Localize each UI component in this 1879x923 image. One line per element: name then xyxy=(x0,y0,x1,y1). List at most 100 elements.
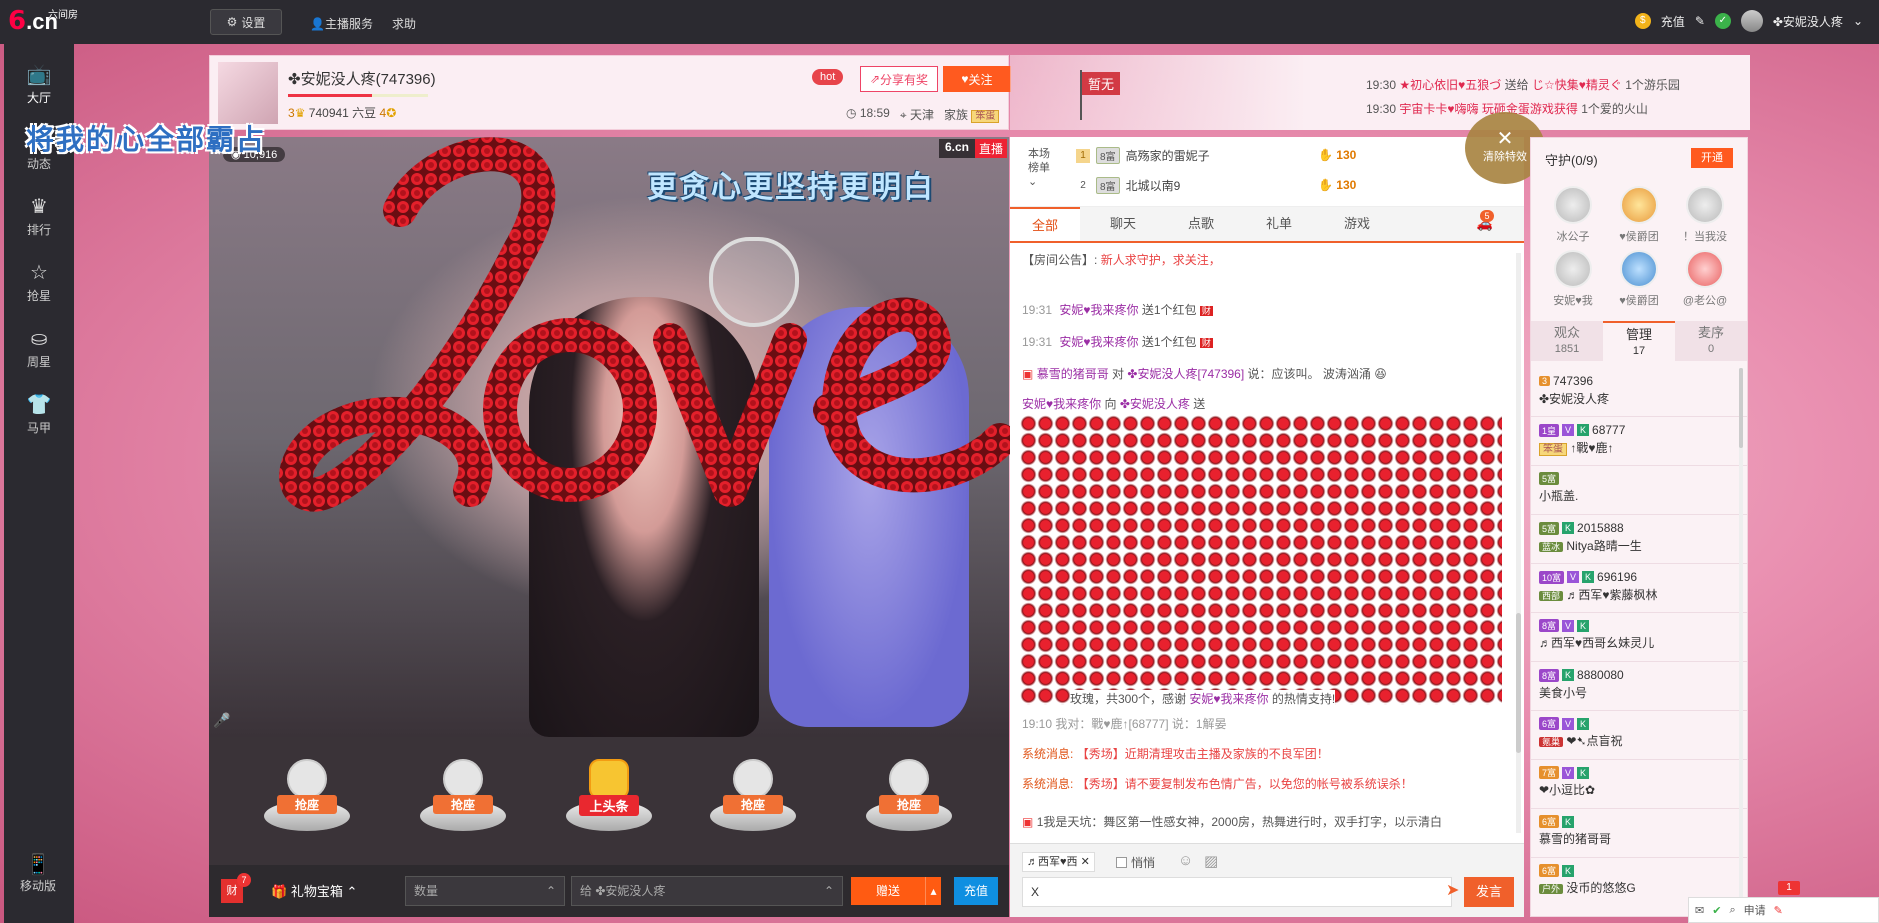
chat-target-chip[interactable]: ♬西军♥西 ✕ xyxy=(1022,852,1095,872)
send-message-button[interactable]: 发言 xyxy=(1464,877,1514,907)
user-list-item[interactable]: 8富 V K ♬西军♥西哥幺妹灵儿 xyxy=(1539,619,1735,651)
send-gift-button[interactable]: 赠送 ▴ xyxy=(851,877,941,905)
ranking-row[interactable]: 2 8富 北城以南9 xyxy=(1076,177,1180,194)
k-badge-icon: K xyxy=(1577,717,1590,730)
grab-seat-3[interactable]: 抢座 xyxy=(705,749,801,849)
k-badge-icon: K xyxy=(1562,815,1575,828)
song-title: 将我的心全部霸占 xyxy=(26,124,267,155)
tab-chat[interactable]: 聊天 xyxy=(1088,207,1158,241)
site-logo[interactable]: 6.cn 六间房 xyxy=(8,6,78,38)
tab-gift-list[interactable]: 礼单 xyxy=(1244,207,1314,241)
open-guard-button[interactable]: 开通 xyxy=(1691,148,1733,168)
caret-up-icon[interactable]: ▴ xyxy=(925,877,941,905)
guard-slot[interactable]: ♥侯爵团 xyxy=(1609,250,1669,308)
chevron-down-icon[interactable]: ⌄ xyxy=(1853,14,1863,28)
user-list-item[interactable]: 7富 V K ❤小逗比✿ xyxy=(1539,766,1735,798)
anchor-thumbnail[interactable] xyxy=(218,62,278,124)
tab-song[interactable]: 点歌 xyxy=(1166,207,1236,241)
user-list-item[interactable]: 5富 K 2015888 蓝冰 Nitya路晴一生 xyxy=(1539,521,1735,554)
user-list-item[interactable]: 5富 小瓶盖. xyxy=(1539,472,1735,504)
rose-user[interactable]: 安妮♥我来疼你 xyxy=(1189,692,1268,706)
tab-admin[interactable]: 管理 17 xyxy=(1603,321,1675,361)
mobile-version-link[interactable]: 📱 移动版 xyxy=(8,852,68,894)
mic-icon[interactable]: 🎤 xyxy=(213,712,230,732)
share-button[interactable]: ⇗ 分享有奖 xyxy=(860,66,938,92)
user-list-item[interactable]: 10富 V K 696196 西部 ♬西军♥紫藤枫林 xyxy=(1539,570,1735,603)
grab-seat-1[interactable]: 抢座 xyxy=(259,749,355,849)
guard-slot[interactable]: 冰公子 xyxy=(1543,186,1603,244)
tab-all[interactable]: 全部 xyxy=(1010,207,1080,241)
ranking-title-text: 本场榜单 xyxy=(1028,148,1050,174)
headline-seat[interactable]: 上头条 xyxy=(561,749,657,849)
k-badge-icon: K xyxy=(1582,571,1595,583)
tab-audience[interactable]: 观众 1851 xyxy=(1531,321,1603,361)
settings-button[interactable]: ⚙ 设置 xyxy=(210,9,282,35)
chat-scrollbar[interactable] xyxy=(1516,253,1521,833)
msg-text: 对 xyxy=(1112,367,1125,381)
system-label: 系统消息: xyxy=(1022,777,1074,791)
tab-games[interactable]: 游戏 xyxy=(1322,207,1392,241)
help-link[interactable]: 求助 xyxy=(392,15,416,32)
seat-avatar xyxy=(443,759,483,799)
tab-mic-queue[interactable]: 麦序 0 xyxy=(1675,321,1747,361)
mail-icon[interactable]: ✉ xyxy=(1695,904,1704,917)
user-list-scrollbar[interactable] xyxy=(1739,368,1743,913)
msg-user[interactable]: 慕雪的猪哥哥 xyxy=(1037,367,1109,381)
guard-slot[interactable]: @老公@ xyxy=(1675,250,1735,308)
private-checkbox[interactable]: 悄悄 xyxy=(1116,854,1155,871)
recharge-link[interactable]: 充值 xyxy=(1661,13,1685,30)
k-badge-icon: K xyxy=(1577,619,1590,632)
gift-box-button[interactable]: 🎁 礼物宝箱 ⌃ xyxy=(271,881,357,900)
msg-target[interactable]: ✤安妮没人疼[747396] xyxy=(1127,367,1244,381)
anchor-service-link[interactable]: 👤主播服务 xyxy=(310,15,373,32)
search-icon[interactable]: ⌕ xyxy=(1729,904,1735,917)
recipient-select[interactable]: 给 ✤安妮没人疼 ⌃ xyxy=(571,876,843,906)
user-list-item[interactable]: 6富 K 慕雪的猪哥哥 xyxy=(1539,815,1735,847)
ranking-row[interactable]: 1 8富 高殇家的雷妮子 xyxy=(1076,147,1210,164)
apply-button[interactable]: 申请 xyxy=(1744,902,1766,918)
check-icon[interactable]: ✔ xyxy=(1712,904,1721,917)
chat-message: 19:31 安妮♥我来疼你 送1个红包 财 xyxy=(1022,301,1213,318)
username-menu[interactable]: ✤安妮没人疼 xyxy=(1773,13,1843,30)
logo-number: 6 xyxy=(8,6,27,36)
guard-slot[interactable]: 安妮♥我 xyxy=(1543,250,1603,308)
recharge-button[interactable]: 充值 xyxy=(954,877,998,905)
promo-message[interactable]: ▣ 1我是天坑：舞区第一性感女神，2000房，热舞进行时，双手打字，以示清白 xyxy=(1022,813,1442,830)
tab-count: 1851 xyxy=(1554,343,1580,355)
chat-message: ▣ 慕雪的猪哥哥 对 ✤安妮没人疼[747396] 说：应该叫。 波涛汹涌 😆 xyxy=(1022,365,1387,382)
nav-item-weekly-star[interactable]: ⛀ 周星 xyxy=(4,326,74,386)
chat-bubble-icon[interactable]: ✎ xyxy=(1774,904,1783,917)
nav-item-hall[interactable]: 📺 大厅 xyxy=(4,62,74,122)
msg-user[interactable]: 安妮♥我来疼你 xyxy=(1059,303,1138,317)
image-icon[interactable]: ▨ xyxy=(1204,852,1218,870)
guard-slot[interactable]: ♥侯爵团 xyxy=(1609,186,1669,244)
msg-user[interactable]: 安妮♥我来疼你 xyxy=(1059,335,1138,349)
headline-flag: 暂无 xyxy=(1082,72,1121,95)
ranking-title[interactable]: 本场榜单 ⌄ xyxy=(1028,147,1058,189)
nav-item-vest[interactable]: 👕 马甲 xyxy=(4,392,74,452)
user-family: 西部 xyxy=(1539,591,1564,601)
chat-input[interactable]: X xyxy=(1022,877,1452,907)
msg-say: 说：应该叫。 波涛汹涌 xyxy=(1247,367,1371,381)
nav-item-star[interactable]: ☆ 抢星 xyxy=(4,260,74,320)
family[interactable]: 家族 笨蛋 xyxy=(944,106,1000,123)
avatar[interactable] xyxy=(1740,10,1763,32)
follow-button[interactable]: ♥ 关注 xyxy=(943,66,1011,92)
user-list-item[interactable]: 1皇 V K 68777 笨蛋 ↑戰♥鹿↑ xyxy=(1539,423,1735,456)
guard-slot[interactable]: ！当我没 xyxy=(1675,186,1735,244)
quantity-input[interactable]: 数量 ⌃ xyxy=(405,876,565,906)
grab-seat-4[interactable]: 抢座 xyxy=(861,749,957,849)
user-list-item[interactable]: 6富 V K 氪巢 ❤➷点盲祝 xyxy=(1539,717,1735,749)
user-list-item[interactable]: 6富 K 户外 没币的悠悠G xyxy=(1539,864,1735,896)
user-list-item[interactable]: 3 747396 ✤安妮没人疼 xyxy=(1539,374,1735,407)
msg-user[interactable]: 安妮♥我来疼你 xyxy=(1022,397,1101,411)
paper-plane-icon[interactable]: ➤ xyxy=(1446,880,1459,900)
ticker-line[interactable]: 19:30 ★初心依旧♥五狼づ 送给 じ☆快集♥精灵ぐ 1个游乐园 xyxy=(1366,76,1680,93)
msg-target[interactable]: ✤安妮没人疼 xyxy=(1120,397,1190,411)
smiley-icon[interactable]: ☺ xyxy=(1178,852,1193,869)
edit-icon[interactable]: ✎ xyxy=(1695,14,1705,28)
user-list-item[interactable]: 8富 K 8880080 美食小号 xyxy=(1539,668,1735,701)
close-icon[interactable]: ✕ xyxy=(1081,856,1090,868)
grab-seat-2[interactable]: 抢座 xyxy=(415,749,511,849)
nav-item-ranking[interactable]: ♛ 排行 xyxy=(4,194,74,254)
